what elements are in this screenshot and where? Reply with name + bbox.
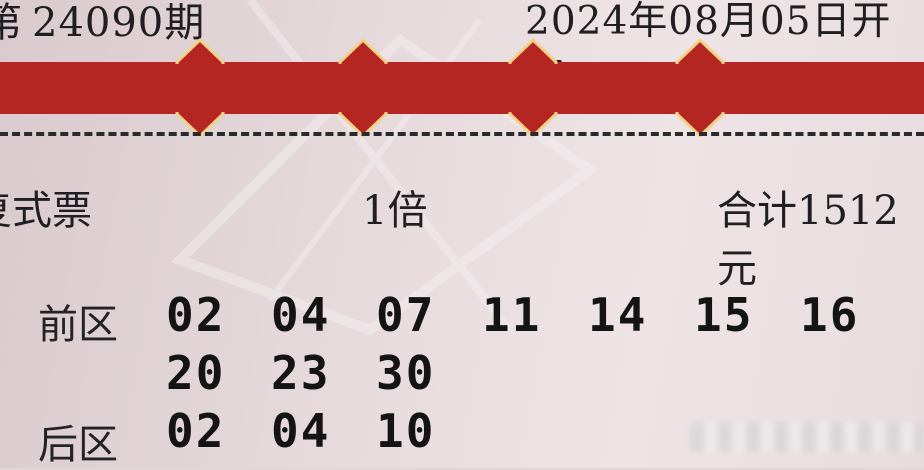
back-number: 02	[166, 404, 226, 458]
front-number: 20	[166, 346, 226, 400]
back-number: 04	[271, 404, 331, 458]
multiplier: 1倍	[362, 188, 428, 234]
front-number: 14	[588, 288, 648, 342]
front-number: 30	[376, 346, 436, 400]
total-amount: 合计1512元	[717, 188, 899, 292]
back-zone-label: 后区	[38, 422, 118, 468]
front-number: 11	[482, 288, 542, 342]
front-number: 02	[166, 288, 226, 342]
back-number: 10	[376, 404, 436, 458]
front-number: 04	[271, 288, 331, 342]
front-number: 07	[376, 288, 436, 342]
dashed-divider	[0, 132, 924, 136]
red-ribbon-band	[0, 38, 924, 138]
front-number: 23	[271, 346, 331, 400]
blurred-watermark-text	[690, 422, 924, 452]
front-number: 16	[800, 288, 860, 342]
ticket-type: 复式票	[0, 188, 92, 234]
front-number: 15	[694, 288, 754, 342]
front-zone-label: 前区	[38, 302, 118, 348]
